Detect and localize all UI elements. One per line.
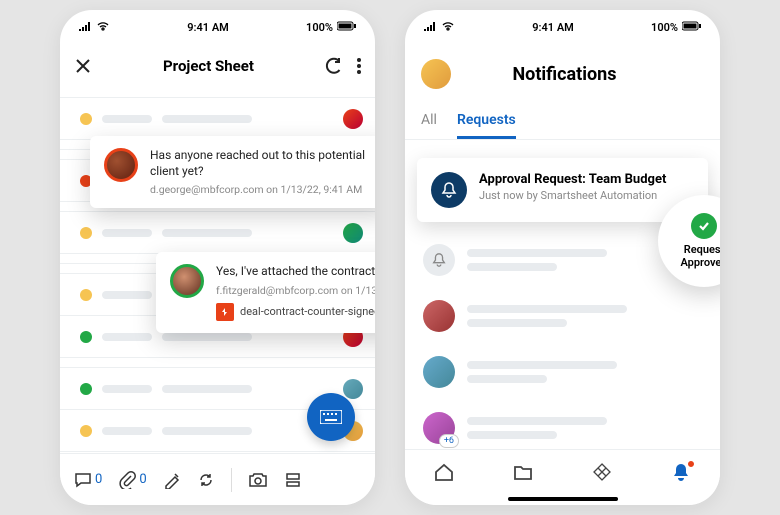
- status-time: 9:41 AM: [532, 21, 574, 34]
- app-header: Project Sheet: [60, 44, 375, 88]
- approval-request-card[interactable]: Approval Request: Team Budget Just now b…: [417, 158, 708, 222]
- avatar: [170, 264, 204, 298]
- wifi-icon: [96, 21, 110, 34]
- scan-button[interactable]: [284, 471, 302, 489]
- notification-meta: Just now by Smartsheet Automation: [479, 189, 694, 202]
- avatar[interactable]: [421, 59, 451, 89]
- notification-item[interactable]: [405, 344, 720, 400]
- check-icon: [691, 213, 717, 239]
- comment-text: Yes, I've attached the contract here.: [216, 264, 375, 280]
- notifications-tab[interactable]: [670, 461, 692, 487]
- phone-project-sheet: 9:41 AM 100% Project Sheet: [60, 10, 375, 505]
- sheet-toolbar: 0 0: [60, 453, 375, 505]
- comment-popover[interactable]: Yes, I've attached the contract here. f.…: [156, 252, 375, 333]
- notification-title: Approval Request: Team Budget: [479, 172, 694, 187]
- grid-tab[interactable]: [591, 461, 613, 487]
- tab-requests[interactable]: Requests: [457, 104, 516, 139]
- avatar: [104, 148, 138, 182]
- avatar: [423, 356, 455, 388]
- notifications-header: Notifications: [405, 44, 720, 104]
- keyboard-fab[interactable]: [307, 393, 355, 441]
- signal-icon: [78, 21, 92, 34]
- unread-dot: [686, 459, 696, 469]
- bell-icon: [423, 244, 455, 276]
- battery-icon: [682, 21, 702, 34]
- edit-button[interactable]: [163, 471, 181, 489]
- notification-tabs: All Requests: [405, 104, 720, 140]
- table-row[interactable]: [60, 212, 375, 254]
- notification-list[interactable]: Approval Request: Team Budget Just now b…: [405, 140, 720, 464]
- comment-meta: f.fitzgerald@mbfcorp.com on 1/13/22, 9:4…: [216, 284, 375, 297]
- close-icon[interactable]: [74, 57, 92, 75]
- comment-text: Has anyone reached out to this potential…: [150, 148, 375, 179]
- comment-meta: d.george@mbfcorp.com on 1/13/22, 9:41 AM: [150, 183, 375, 196]
- attachments-button[interactable]: 0: [118, 471, 146, 489]
- folder-tab[interactable]: [512, 461, 534, 487]
- attachment-link[interactable]: deal-contract-counter-signed.pdf: [216, 303, 375, 321]
- tab-all[interactable]: All: [421, 104, 437, 139]
- more-icon[interactable]: [357, 58, 361, 74]
- pdf-icon: [216, 303, 234, 321]
- refresh-icon[interactable]: [325, 57, 343, 75]
- avatar: [423, 300, 455, 332]
- page-title: Project Sheet: [163, 57, 254, 75]
- battery-percent: 100%: [651, 21, 678, 34]
- status-time: 9:41 AM: [187, 21, 229, 34]
- page-title: Notifications: [465, 64, 664, 85]
- wifi-icon: [441, 21, 455, 34]
- home-tab[interactable]: [433, 461, 455, 487]
- notification-item[interactable]: [405, 288, 720, 344]
- status-bar: 9:41 AM 100%: [60, 10, 375, 44]
- signal-icon: [423, 21, 437, 34]
- comment-popover[interactable]: Has anyone reached out to this potential…: [90, 136, 375, 208]
- battery-icon: [337, 21, 357, 34]
- comments-button[interactable]: 0: [74, 472, 102, 488]
- phone-notifications: 9:41 AM 100% Notifications All Requests …: [405, 10, 720, 505]
- notification-item[interactable]: +6: [405, 400, 720, 456]
- bell-icon: [431, 172, 467, 208]
- sync-button[interactable]: [197, 471, 215, 489]
- battery-percent: 100%: [306, 21, 333, 34]
- status-bar: 9:41 AM 100%: [405, 10, 720, 44]
- camera-button[interactable]: [248, 472, 268, 488]
- table-row[interactable]: [60, 98, 375, 140]
- home-indicator: [508, 497, 618, 501]
- more-badge: +6: [439, 434, 459, 448]
